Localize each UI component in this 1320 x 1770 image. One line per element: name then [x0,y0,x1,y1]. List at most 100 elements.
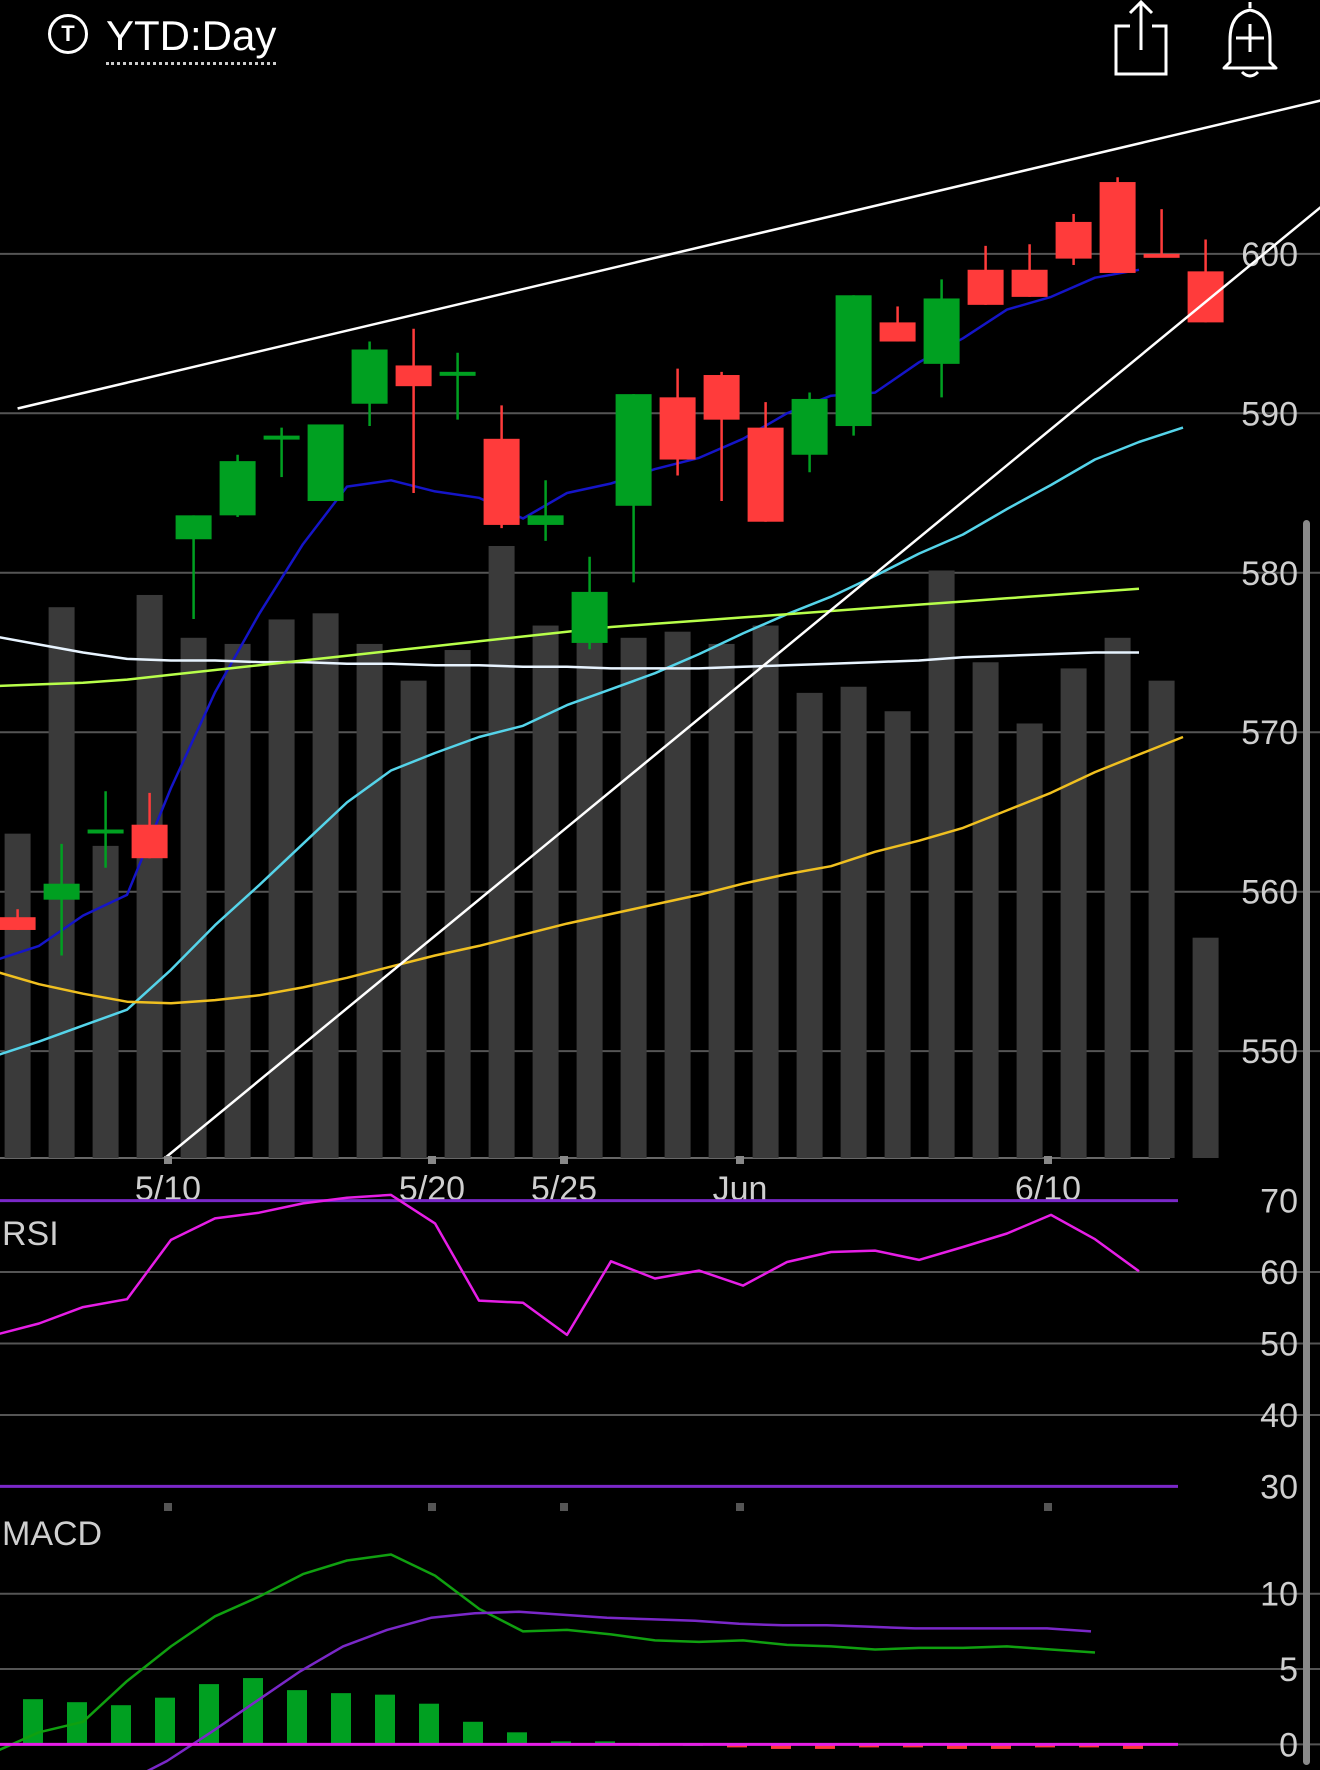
x-axis-label: 5/25 [531,1170,597,1208]
x-axis-tick [736,1156,744,1164]
macd-histogram-bar [331,1693,351,1745]
moving-average-line [0,587,1140,688]
volume-bar [708,643,735,1158]
macd-panel: MACD 10 5 0 [0,1515,1320,1770]
candle-up [307,424,344,501]
candle-up [351,349,388,404]
volume-bar [136,594,163,1158]
volume-bar [972,662,999,1158]
volume-bar [4,833,31,1158]
candle-down [659,397,696,460]
macd-axis-label: 10 [1260,1576,1298,1614]
rsi-axis-label: 30 [1260,1468,1298,1506]
candle-down [747,427,784,522]
volume-bar [1148,680,1175,1158]
rsi-axis-label: 50 [1260,1326,1298,1364]
candle-up [219,461,256,516]
candle-down [703,375,740,420]
volume-bar [620,637,647,1158]
moving-average-line [0,636,1139,670]
rsi-title: RSI [2,1215,59,1253]
volume-bar [224,643,251,1158]
candle-down [1143,253,1180,258]
rsi-x-tick [1044,1503,1052,1511]
candle-down [483,438,520,525]
candle-up [87,829,124,834]
rsi-x-tick [560,1503,568,1511]
volume-bar [576,613,603,1158]
price-panel: 600 590 580 570 560 550 5/10 5/20 5/25 Jun 6/10 [0,99,1320,1511]
rsi-axis-label: 60 [1260,1254,1298,1292]
volume-bar [796,692,823,1158]
volume-bar [1060,668,1087,1158]
rsi-x-tick [428,1503,436,1511]
volume-bar [752,625,779,1158]
x-axis-label: 5/20 [399,1170,465,1208]
macd-histogram-bar [419,1703,439,1745]
candle-up [571,591,608,643]
candle-up [791,398,828,455]
vertical-scrollbar[interactable] [1303,520,1310,1765]
rsi-x-tick [736,1503,744,1511]
macd-histogram-bar [243,1678,263,1745]
macd-histogram-bar [463,1721,483,1745]
candle-down [395,365,432,387]
candle-up [175,515,212,540]
volume-bar [444,650,471,1158]
macd-histogram-bar [375,1694,395,1745]
volume-bar [664,631,691,1158]
rsi-line [0,1193,1140,1337]
candle-up [527,515,564,525]
x-axis-label: 6/10 [1015,1170,1081,1208]
candle-up [263,435,300,440]
volume-bar [356,643,383,1158]
macd-histogram-bar [287,1690,307,1745]
rsi-axis-label: 70 [1260,1183,1298,1221]
price-axis-label: 590 [1241,395,1298,433]
candle-up [615,394,652,506]
x-axis-tick [164,1156,172,1164]
candle-up [835,295,872,427]
macd-title: MACD [2,1515,102,1553]
x-axis-tick [428,1156,436,1164]
candle-down [1099,182,1136,273]
volume-bar [1192,937,1219,1158]
macd-histogram-bar [507,1732,527,1745]
volume-bar [92,845,119,1158]
price-axis-label: 580 [1241,555,1298,593]
rsi-axis-label: 40 [1260,1397,1298,1435]
macd-histogram-bar [199,1684,219,1745]
macd-signal-line [146,1610,1092,1770]
x-axis-tick [560,1156,568,1164]
price-axis-label: 570 [1241,714,1298,752]
x-axis-tick [1044,1156,1052,1164]
macd-axis-label: 0 [1279,1726,1298,1764]
macd-histogram-bar [155,1697,175,1745]
candle-down [879,322,916,342]
candle-up [43,883,80,900]
volume-bar [532,625,559,1158]
x-axis-label: Jun [713,1170,768,1208]
volume-bar [312,613,339,1158]
volume-bar [884,711,911,1158]
volume-bar [1104,637,1131,1158]
candle-up [923,298,960,364]
volume-bar [268,619,295,1158]
stock-chart[interactable]: 6005905805705605505/10 5/20 5/25 Jun 6/10 RS… [0,0,1320,1770]
volume-bar [180,637,207,1158]
volume-bar [400,680,427,1158]
volume-bar [1016,723,1043,1158]
candle-down [967,269,1004,305]
price-axis-label: 560 [1241,874,1298,912]
macd-axis-label: 5 [1279,1651,1298,1689]
candle-up [439,371,476,376]
candle-down [1011,269,1048,297]
candle-down [131,824,168,859]
rsi-x-tick [164,1503,172,1511]
candle-down [1187,271,1224,323]
price-axis-label: 550 [1241,1033,1298,1071]
candle-down [1055,221,1092,259]
macd-histogram-bar [111,1705,131,1745]
x-axis-label: 5/10 [135,1170,201,1208]
price-axis-label: 600 [1241,236,1298,274]
